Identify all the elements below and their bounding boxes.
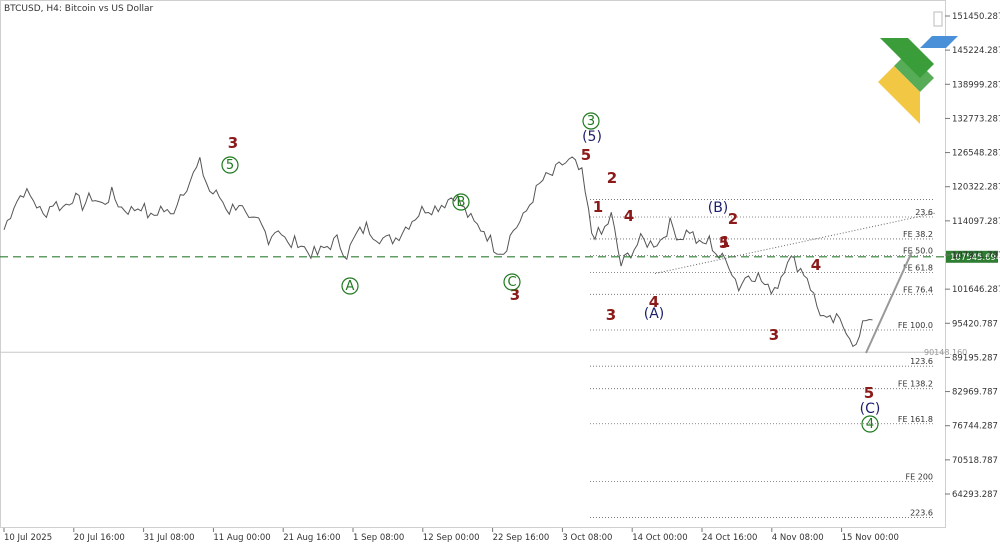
chart-title: BTCUSD, H4: Bitcoin vs US Dollar: [4, 4, 153, 14]
y-tick-label: 138999.287: [952, 80, 1000, 90]
wave-label-green: B: [457, 195, 466, 210]
y-tick-label: 89195.287: [952, 353, 998, 363]
wave-label-red: 3: [606, 306, 616, 324]
wave-label-red: 1: [593, 198, 603, 216]
y-tick-label: 114097.287: [952, 217, 1000, 227]
fib-level-label: 123.6: [910, 357, 933, 366]
x-tick-label: 11 Aug 00:00: [213, 533, 270, 543]
fib-level-label: FE 138.2: [898, 380, 933, 389]
x-tick-label: 3 Oct 08:00: [562, 533, 612, 543]
wave-label-green: C: [507, 275, 516, 290]
scroll-handle-icon[interactable]: [933, 11, 943, 27]
x-tick-label: 1 Sep 08:00: [353, 533, 404, 543]
y-tick-label: 101646.287: [952, 285, 1000, 295]
fib-level-label: 223.6: [910, 509, 933, 518]
x-tick-label: 4 Nov 08:00: [772, 533, 824, 543]
y-tick-label: 126548.287: [952, 149, 1000, 159]
y-tick-label: 76744.287: [952, 422, 998, 432]
wave-label-red: 5: [719, 234, 729, 252]
y-tick-label: 70518.787: [952, 456, 998, 466]
wave-label-blue: (B): [708, 200, 729, 216]
fib-level-label: FE 100.0: [898, 321, 933, 330]
wave-label-green: 5: [226, 158, 234, 173]
x-tick-label: 20 Jul 16:00: [74, 533, 125, 543]
wave-label-green: 4: [866, 417, 874, 432]
y-axis: 151450.287 145224.287 138999.287 132773.287…: [945, 12, 1000, 500]
x-tick-label: 31 Jul 08:00: [144, 533, 195, 543]
y-tick-label: 95420.787: [952, 319, 998, 329]
x-tick-label: 12 Sep 00:00: [423, 533, 480, 543]
wave-label-red: 4: [624, 207, 634, 225]
fib-level-label: FE 38.2: [903, 230, 933, 239]
wave-label-red: 5: [864, 384, 874, 402]
fib-level-label: FE 61.8: [903, 263, 933, 272]
wave-label-green: A: [346, 279, 355, 294]
price-chart: BTCUSD, H4: Bitcoin vs US Dollar 23.6 FE …: [0, 0, 1000, 543]
wave-label-red: 2: [607, 169, 617, 187]
y-tick-label: 151450.287: [952, 12, 1000, 22]
wave-label-red: 3: [769, 326, 779, 344]
fib-level-label: FE 76.4: [903, 285, 933, 294]
x-tick-label: 15 Nov 00:00: [842, 533, 899, 543]
wave-label-blue: (5): [582, 129, 602, 145]
y-tick-label: 82969.787: [952, 388, 998, 398]
y-tick-label: 145224.287: [952, 46, 1000, 56]
y-tick-label: 64293.287: [952, 490, 998, 500]
x-axis: 10 Jul 2025 20 Jul 16:00 31 Jul 08:00 11 Au…: [3, 528, 899, 543]
x-tick-label: 10 Jul 2025: [4, 533, 52, 543]
x-tick-label: 24 Oct 16:00: [702, 533, 757, 543]
fib-level-label: FE 50.0: [903, 246, 933, 255]
y-tick-label: 107871.787: [952, 251, 1000, 261]
fib-level-label: 23.6: [915, 208, 933, 217]
y-tick-label: 120322.287: [952, 183, 1000, 193]
wave-label-red: 5: [581, 146, 591, 164]
wave-label-red: 2: [728, 210, 738, 228]
plot-frame: [0, 0, 946, 528]
wave-label-red: 4: [811, 256, 821, 274]
chart-area: BTCUSD, H4: Bitcoin vs US Dollar 23.6 FE …: [0, 0, 1000, 545]
fib-level-label: FE 161.8: [898, 415, 933, 424]
wave-label-blue: (C): [860, 401, 881, 417]
wave-label-red: 3: [228, 134, 238, 152]
fib-level-label: FE 200: [906, 472, 933, 481]
x-tick-label: 21 Aug 16:00: [283, 533, 340, 543]
y-tick-label: 132773.287: [952, 114, 1000, 124]
wave-label-green: 3: [587, 114, 595, 129]
x-tick-label: 14 Oct 00:00: [632, 533, 687, 543]
wave-label-blue: (A): [644, 306, 665, 322]
x-tick-label: 22 Sep 16:00: [493, 533, 550, 543]
